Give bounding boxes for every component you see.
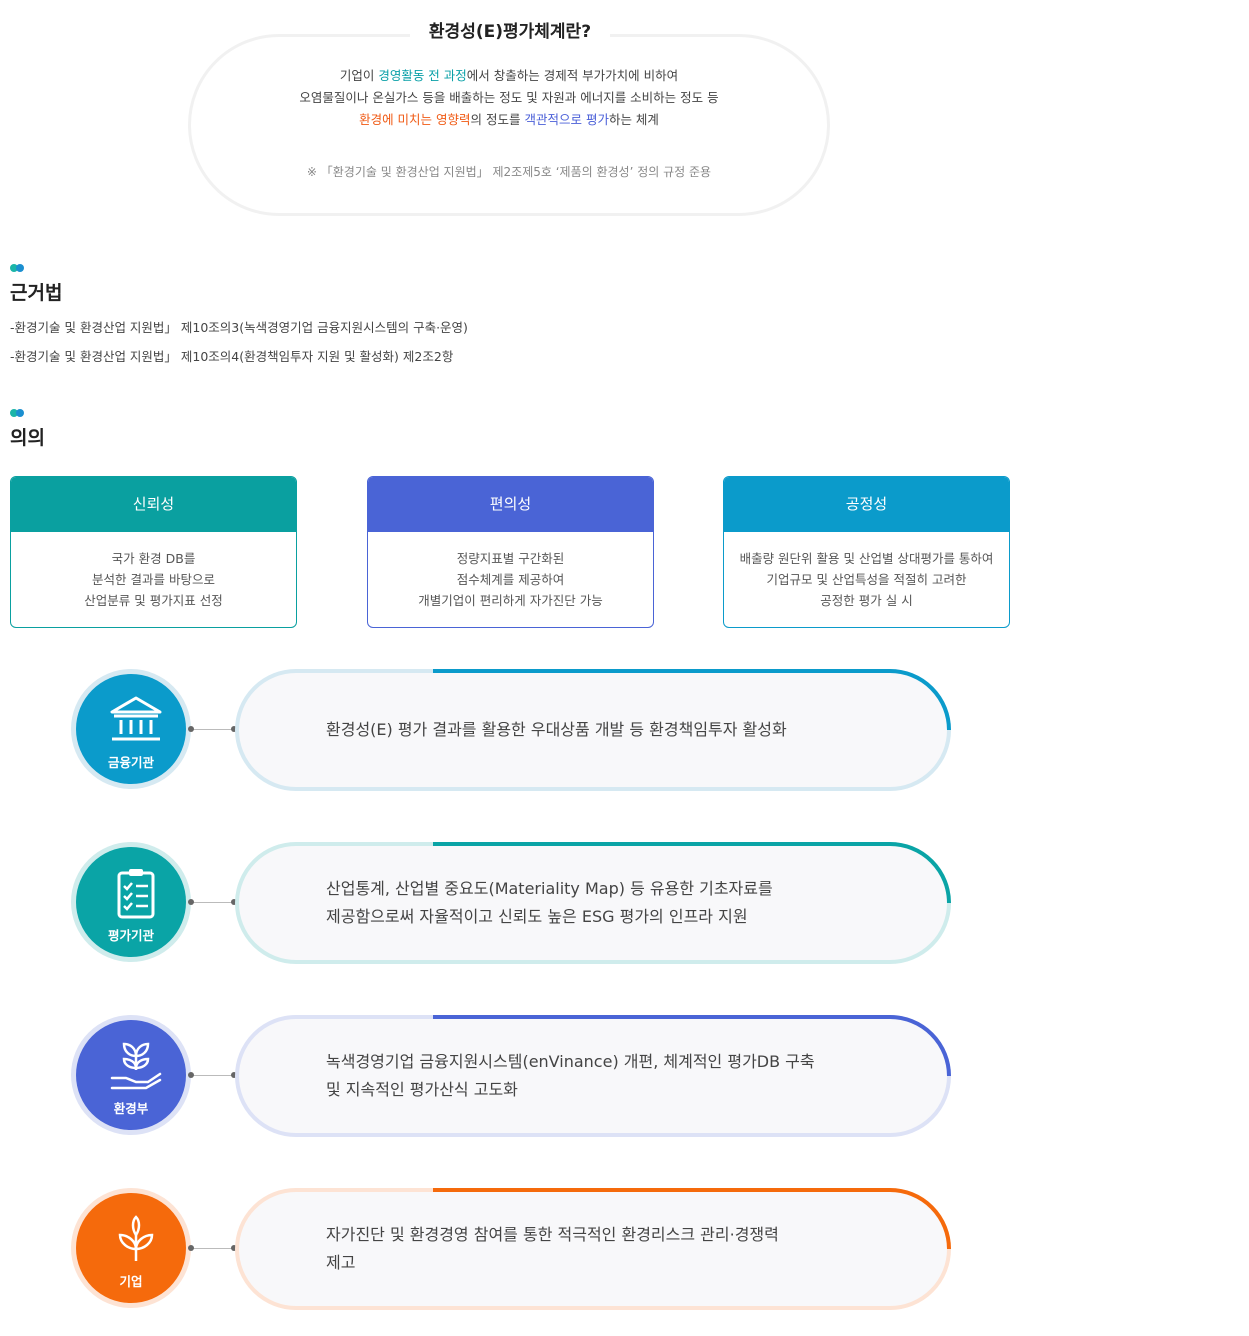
role-label: 평가기관 (107, 928, 154, 943)
card-line: 공정한 평가 실 시 (820, 593, 913, 608)
role-company-text: 자가진단 및 환경경영 참여를 통한 적극적인 환경리스크 관리·경쟁력 제고 (326, 1221, 779, 1277)
role-evaluator-circle: 평가기관 (71, 842, 191, 962)
plant-in-hand-icon (110, 1042, 162, 1090)
role-label: 환경부 (113, 1101, 149, 1116)
section-dots-icon (10, 264, 24, 272)
highlight-impact: 환경에 미치는 영향력 (359, 112, 471, 127)
role-financial-text: 환경성(E) 평가 결과를 활용한 우대상품 개발 등 환경책임투자 활성화 (326, 716, 787, 744)
card-title: 편의성 (368, 477, 653, 532)
role-text-line: 제고 (326, 1253, 356, 1272)
legal-basis-item-1: -환경기술 및 환경산업 지원법」 제10조의3(녹색경영기업 금융지원시스템의… (10, 320, 468, 335)
legal-basis-title: 근거법 (10, 282, 63, 304)
definition-title: 환경성(E)평가체계란? (410, 20, 610, 44)
connector-dot (188, 726, 194, 732)
card-title: 신뢰성 (11, 477, 296, 532)
card-line: 배출량 원단위 활용 및 산업별 상대평가를 통하여 (739, 551, 994, 566)
clipboard-checklist-icon (117, 869, 155, 919)
card-convenience: 편의성 정량지표별 구간화된 점수체계를 제공하여 개별기업이 편리하게 자가진… (367, 476, 654, 628)
role-company-circle: 기업 (71, 1188, 191, 1308)
definition-line-3: 환경에 미치는 영향력의 정도를 객관적으로 평가하는 체계 (188, 110, 830, 130)
legal-basis-item-2: -환경기술 및 환경산업 지원법」 제10조의4(환경책임투자 지원 및 활성화… (10, 349, 454, 364)
card-line: 국가 환경 DB를 (111, 551, 196, 566)
role-ministry-text: 녹색경영기업 금융지원시스템(enVinance) 개편, 체계적인 평가DB … (326, 1048, 815, 1104)
definition-text: 하는 체계 (608, 112, 659, 127)
sprout-icon (118, 1215, 154, 1261)
role-ministry-circle: 환경부 (71, 1015, 191, 1135)
connector-line (191, 1075, 235, 1076)
card-line: 기업규모 및 산업특성을 적절히 고려한 (766, 572, 967, 587)
card-line: 정량지표별 구간화된 (456, 551, 565, 566)
connector-line (191, 729, 235, 730)
section-dots-icon (10, 409, 24, 417)
card-line: 점수체계를 제공하여 (456, 572, 565, 587)
card-reliability: 신뢰성 국가 환경 DB를 분석한 결과를 바탕으로 산업분류 및 평가지표 선… (10, 476, 297, 628)
definition-line-2: 오염물질이나 온실가스 등을 배출하는 정도 및 자원과 에너지를 소비하는 정… (299, 90, 719, 105)
definition-note: ※ 「환경기술 및 환경산업 지원법」 제2조제5호 ‘제품의 환경성’ 정의 … (306, 165, 712, 179)
card-line: 분석한 결과를 바탕으로 (92, 572, 215, 587)
role-text-line: 자가진단 및 환경경영 참여를 통한 적극적인 환경리스크 관리·경쟁력 (326, 1225, 779, 1244)
highlight-process: 경영활동 전 과정 (378, 68, 467, 83)
connector-line (191, 1248, 235, 1249)
card-body: 배출량 원단위 활용 및 산업별 상대평가를 통하여 기업규모 및 산업특성을 … (724, 532, 1009, 611)
connector-line (191, 902, 235, 903)
card-body: 국가 환경 DB를 분석한 결과를 바탕으로 산업분류 및 평가지표 선정 (11, 532, 296, 611)
card-line: 개별기업이 편리하게 자가진단 가능 (418, 593, 603, 608)
connector-dot (188, 899, 194, 905)
definition-text: 의 정도를 (470, 112, 525, 127)
bank-icon (110, 696, 162, 741)
definition-text: 기업이 (339, 68, 379, 83)
definition-text: 에서 창출하는 경제적 부가가치에 비하여 (466, 68, 679, 83)
highlight-objective: 객관적으로 평가 (524, 112, 609, 127)
role-financial-circle: 금융기관 (71, 669, 191, 789)
role-evaluator-text: 산업통계, 산업별 중요도(Materiality Map) 등 유용한 기초자… (326, 875, 773, 931)
role-text-line: 제공함으로써 자율적이고 신뢰도 높은 ESG 평가의 인프라 지원 (326, 907, 748, 926)
card-line: 산업분류 및 평가지표 선정 (84, 593, 223, 608)
card-fairness: 공정성 배출량 원단위 활용 및 산업별 상대평가를 통하여 기업규모 및 산업… (723, 476, 1010, 628)
card-title: 공정성 (724, 477, 1009, 532)
role-text-line: 산업통계, 산업별 중요도(Materiality Map) 등 유용한 기초자… (326, 879, 773, 898)
significance-title: 의의 (10, 427, 45, 449)
role-label: 기업 (119, 1274, 143, 1289)
role-label: 금융기관 (107, 755, 154, 770)
role-text-line: 환경성(E) 평가 결과를 활용한 우대상품 개발 등 환경책임투자 활성화 (326, 720, 787, 739)
role-text-line: 및 지속적인 평가산식 고도화 (326, 1080, 518, 1099)
connector-dot (188, 1245, 194, 1251)
definition-line-1: 기업이 경영활동 전 과정에서 창출하는 경제적 부가가치에 비하여 (188, 66, 830, 86)
role-text-line: 녹색경영기업 금융지원시스템(enVinance) 개편, 체계적인 평가DB … (326, 1052, 815, 1071)
card-body: 정량지표별 구간화된 점수체계를 제공하여 개별기업이 편리하게 자가진단 가능 (368, 532, 653, 611)
connector-dot (188, 1072, 194, 1078)
